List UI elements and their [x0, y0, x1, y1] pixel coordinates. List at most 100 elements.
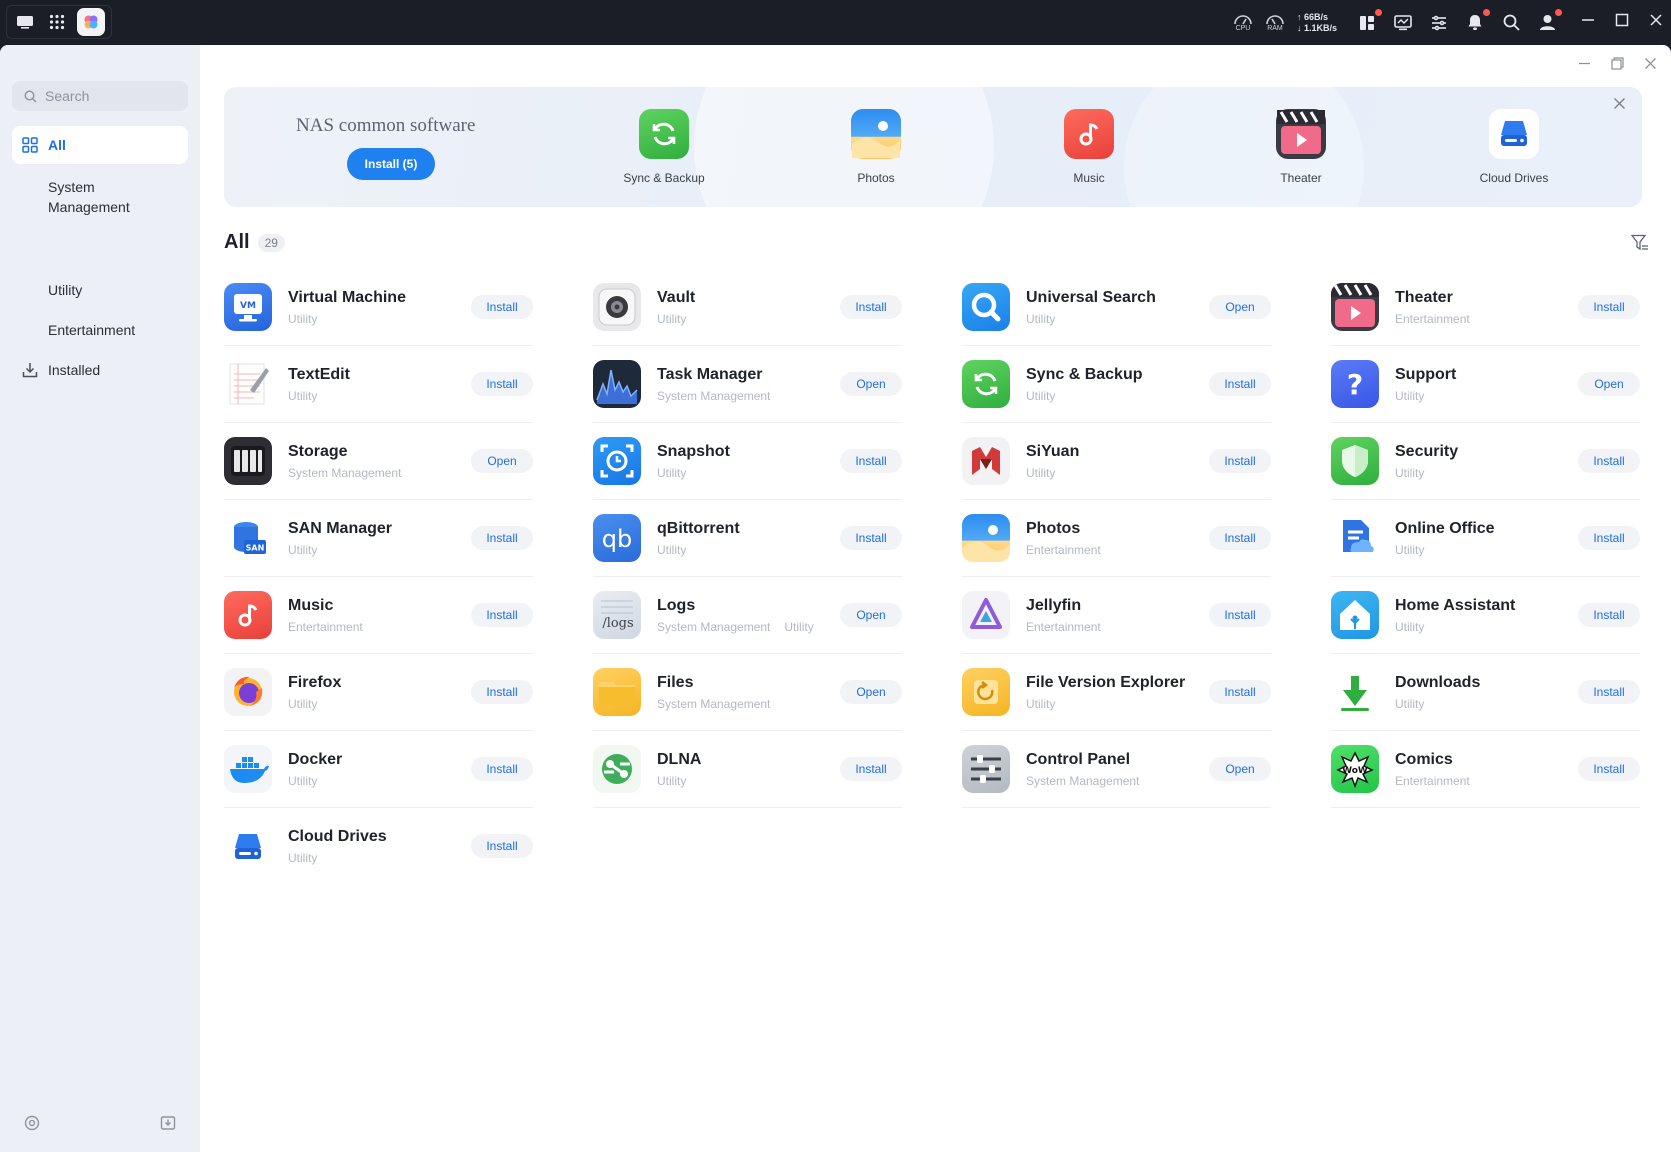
filter-icon[interactable]: [1630, 234, 1649, 256]
sidebar-item-entertainment[interactable]: Entertainment: [12, 322, 188, 338]
open-button[interactable]: Open: [1209, 295, 1271, 319]
install-button[interactable]: Install: [471, 526, 533, 550]
app-row-sync-backup[interactable]: Sync & Backup Utility Install: [962, 346, 1271, 423]
show-desktop-icon[interactable]: [13, 10, 37, 34]
app-row-support[interactable]: ? Support Utility Open: [1331, 346, 1640, 423]
install-button[interactable]: Install: [471, 603, 533, 627]
install-button[interactable]: Install: [1209, 449, 1271, 473]
virtual-machine-app-icon[interactable]: VM: [224, 283, 272, 331]
app-row-vault[interactable]: Vault Utility Install: [593, 269, 902, 346]
security-app-icon[interactable]: [1331, 437, 1379, 485]
maximize-icon[interactable]: [1615, 13, 1629, 32]
install-button[interactable]: Install: [471, 680, 533, 704]
qbittorrent-app-icon[interactable]: qb: [593, 514, 641, 562]
network-speed[interactable]: ↑ 66B/s ↓ 1.1KB/s: [1297, 12, 1337, 34]
music-app-icon[interactable]: [224, 591, 272, 639]
open-button[interactable]: Open: [471, 449, 533, 473]
photos-app-icon[interactable]: [962, 514, 1010, 562]
install-button[interactable]: Install: [471, 834, 533, 858]
logs-app-icon[interactable]: /logs: [593, 591, 641, 639]
cpu-monitor[interactable]: CPU: [1233, 13, 1253, 33]
install-button[interactable]: Install: [1209, 526, 1271, 550]
app-row-music[interactable]: Music Entertainment Install: [224, 577, 533, 654]
install-button[interactable]: Install: [1209, 603, 1271, 627]
firefox-app-icon[interactable]: [224, 668, 272, 716]
app-minimize-icon[interactable]: [1578, 57, 1591, 75]
app-row-task-manager[interactable]: Task Manager System Management Open: [593, 346, 902, 423]
app-row-textedit[interactable]: TextEdit Utility Install: [224, 346, 533, 423]
universal-search-app-icon[interactable]: [962, 283, 1010, 331]
vault-app-icon[interactable]: [593, 283, 641, 331]
files-app-icon[interactable]: [593, 668, 641, 716]
open-button[interactable]: Open: [840, 372, 902, 396]
cloud-drives-app-icon[interactable]: [224, 822, 272, 871]
app-row-photos[interactable]: Photos Entertainment Install: [962, 500, 1271, 577]
widgets-icon[interactable]: [1355, 8, 1382, 35]
snapshot-app-icon[interactable]: [593, 437, 641, 485]
close-icon[interactable]: [1649, 13, 1663, 32]
app-restore-icon[interactable]: [1611, 57, 1624, 75]
global-search-icon[interactable]: [1499, 11, 1523, 35]
app-row-firefox[interactable]: Firefox Utility Install: [224, 654, 533, 731]
install-button[interactable]: Install: [1209, 680, 1271, 704]
app-row-siyuan[interactable]: SiYuan Utility Install: [962, 423, 1271, 500]
textedit-app-icon[interactable]: [224, 360, 272, 408]
install-button[interactable]: Install: [840, 449, 902, 473]
app-row-docker[interactable]: Docker Utility Install: [224, 731, 533, 808]
san-manager-app-icon[interactable]: SAN: [224, 514, 272, 562]
resource-monitor-icon[interactable]: [1391, 11, 1415, 35]
comics-app-icon[interactable]: WoW: [1331, 745, 1379, 793]
jellyfin-app-icon[interactable]: [962, 591, 1010, 639]
app-close-icon[interactable]: [1644, 57, 1657, 75]
online-office-app-icon[interactable]: [1331, 514, 1379, 562]
banner-app-sync-backup[interactable]: Sync & Backup: [604, 109, 724, 185]
install-button[interactable]: Install: [840, 295, 902, 319]
app-row-snapshot[interactable]: Snapshot Utility Install: [593, 423, 902, 500]
minimize-icon[interactable]: [1581, 13, 1595, 32]
install-button[interactable]: Install: [1578, 680, 1640, 704]
install-button[interactable]: Install: [471, 372, 533, 396]
home-assistant-app-icon[interactable]: [1331, 591, 1379, 639]
banner-app-cloud-drives[interactable]: Cloud Drives: [1454, 109, 1574, 185]
task-manager-app-icon[interactable]: [593, 360, 641, 408]
app-row-qbittorrent[interactable]: qb qBittorrent Utility Install: [593, 500, 902, 577]
app-row-jellyfin[interactable]: Jellyfin Entertainment Install: [962, 577, 1271, 654]
control-panel-app-icon[interactable]: [962, 745, 1010, 793]
open-button[interactable]: Open: [840, 603, 902, 627]
install-all-button[interactable]: Install (5): [347, 148, 435, 180]
install-button[interactable]: Install: [840, 526, 902, 550]
app-row-comics[interactable]: WoW Comics Entertainment Install: [1331, 731, 1640, 808]
storage-app-icon[interactable]: [224, 437, 272, 485]
app-row-dlna[interactable]: DLNA Utility Install: [593, 731, 902, 808]
search-input[interactable]: Search: [12, 81, 188, 111]
task-list-icon[interactable]: [1427, 11, 1451, 35]
ram-monitor[interactable]: RAM: [1265, 13, 1285, 33]
sidebar-item-all[interactable]: All: [12, 126, 188, 164]
banner-app-photos[interactable]: Photos: [816, 109, 936, 185]
settings-gear-icon[interactable]: [24, 1115, 40, 1136]
banner-app-theater[interactable]: Theater: [1241, 109, 1361, 185]
install-button[interactable]: Install: [840, 757, 902, 781]
install-button[interactable]: Install: [1578, 603, 1640, 627]
support-app-icon[interactable]: ?: [1331, 360, 1379, 408]
app-center-taskbar-icon[interactable]: [77, 8, 105, 36]
sidebar-item-system-management[interactable]: System Management: [12, 177, 172, 217]
app-row-online-office[interactable]: Online Office Utility Install: [1331, 500, 1640, 577]
dlna-app-icon[interactable]: [593, 745, 641, 793]
app-row-file-version-explorer[interactable]: File Version Explorer Utility Install: [962, 654, 1271, 731]
sidebar-item-utility[interactable]: Utility: [12, 282, 188, 298]
app-row-virtual-machine[interactable]: VM Virtual Machine Utility Install: [224, 269, 533, 346]
install-button[interactable]: Install: [1578, 526, 1640, 550]
sidebar-item-installed[interactable]: Installed: [12, 362, 188, 378]
app-row-san-manager[interactable]: SAN SAN Manager Utility Install: [224, 500, 533, 577]
app-grid-icon[interactable]: [45, 10, 69, 34]
app-row-cloud-drives[interactable]: Cloud Drives Utility Install: [224, 808, 533, 885]
user-account-icon[interactable]: [1535, 8, 1562, 35]
install-button[interactable]: Install: [471, 757, 533, 781]
open-button[interactable]: Open: [1209, 757, 1271, 781]
sync-backup-app-icon[interactable]: [962, 360, 1010, 408]
banner-app-music[interactable]: Music: [1029, 109, 1149, 185]
downloads-app-icon[interactable]: [1331, 668, 1379, 716]
manual-install-icon[interactable]: [160, 1115, 176, 1136]
siyuan-app-icon[interactable]: [962, 437, 1010, 485]
